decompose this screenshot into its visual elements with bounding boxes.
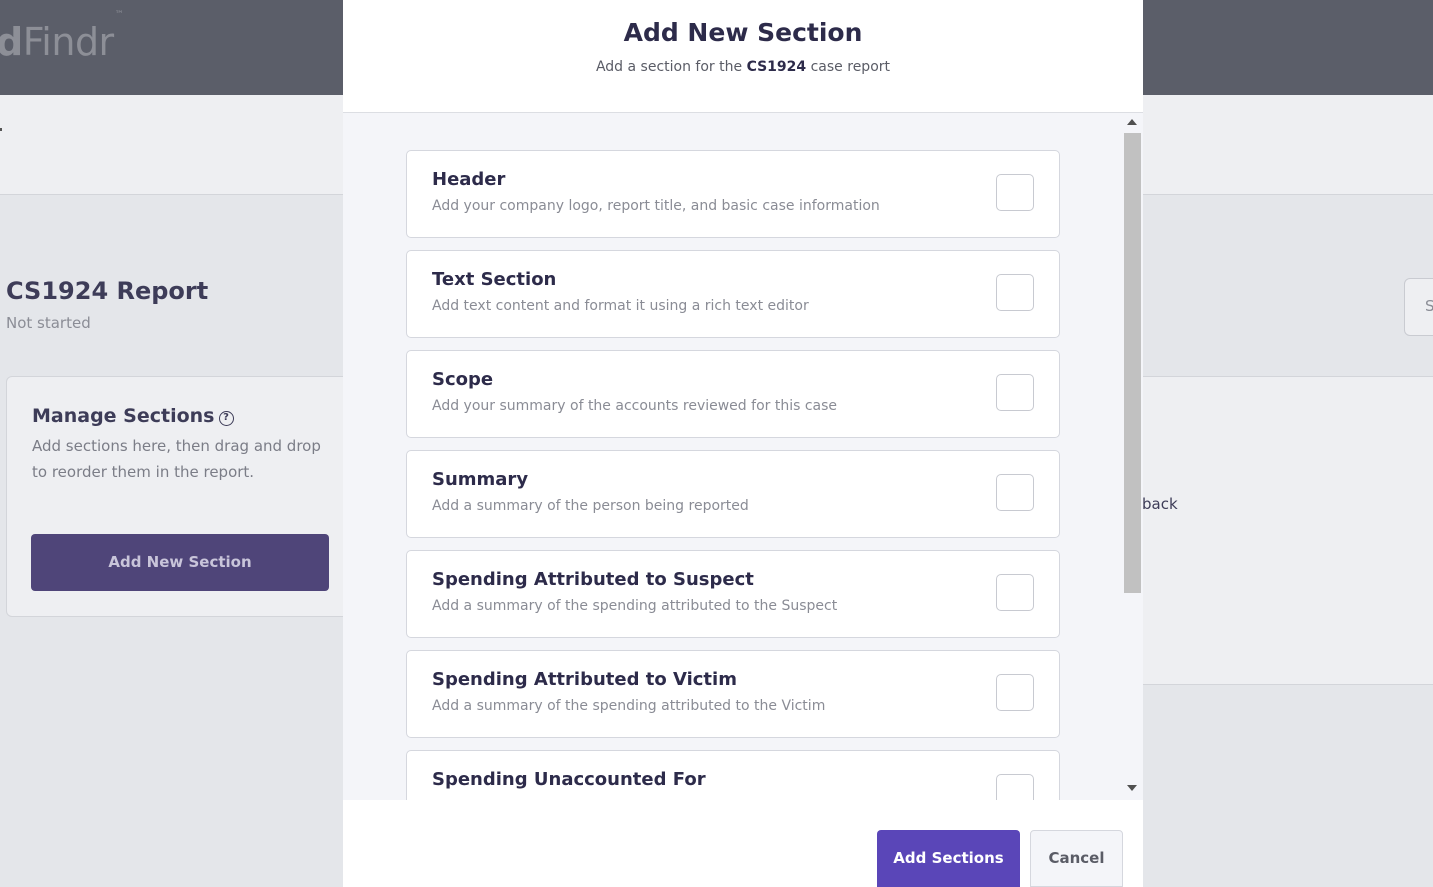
section-option-description: Add a summary of the spending attributed… (432, 698, 826, 714)
section-option[interactable]: Text Section Add text content and format … (406, 250, 1060, 338)
section-option-name: Spending Attributed to Victim (432, 669, 737, 690)
section-option-name: Text Section (432, 269, 557, 290)
section-option-description: Add a summary of the person being report… (432, 498, 749, 514)
section-option[interactable]: Scope Add your summary of the accounts re… (406, 350, 1060, 438)
section-option-name: Spending Unaccounted For (432, 769, 706, 790)
section-option-name: Scope (432, 369, 494, 390)
section-option-description: Add a summary of the spending attributed… (432, 598, 838, 614)
section-checkbox[interactable] (996, 174, 1034, 211)
section-option-name: Spending Attributed to Suspect (432, 569, 754, 590)
cancel-button[interactable]: Cancel (1030, 830, 1123, 887)
section-option-name: Header (432, 169, 506, 190)
section-option[interactable]: Spending Attributed to Suspect Add a summ… (406, 550, 1060, 638)
modal-header: Add New Section Add a section for the CS… (343, 0, 1143, 113)
scrollbar-thumb[interactable] (1124, 133, 1141, 593)
section-checkbox[interactable] (996, 474, 1034, 511)
section-option[interactable]: Header Add your company logo, report titl… (406, 150, 1060, 238)
section-checkbox[interactable] (996, 374, 1034, 411)
section-option-name: Summary (432, 469, 529, 490)
modal-title: Add New Section (623, 18, 863, 47)
section-list: Header Add your company logo, report titl… (406, 150, 1060, 800)
section-checkbox[interactable] (996, 274, 1034, 311)
section-option-description: Add your company logo, report title, and… (432, 198, 880, 214)
section-option[interactable]: Spending Unaccounted For (406, 750, 1060, 800)
section-option[interactable]: Summary Add a summary of the person being… (406, 450, 1060, 538)
add-sections-button[interactable]: Add Sections (877, 830, 1020, 887)
scroll-up-arrow-icon[interactable] (1127, 119, 1137, 125)
modal-body: Header Add your company logo, report titl… (343, 113, 1143, 800)
modal-subtitle: Add a section for the CS1924 case report (595, 59, 891, 75)
section-option-description: Add your summary of the accounts reviewe… (432, 398, 838, 414)
section-option-description: Add text content and format it using a r… (432, 298, 809, 314)
modal-footer: Add Sections Cancel (343, 800, 1143, 887)
section-option[interactable]: Spending Attributed to Victim Add a summa… (406, 650, 1060, 738)
add-section-modal: Add New Section Add a section for the CS… (343, 0, 1143, 887)
section-checkbox[interactable] (996, 674, 1034, 711)
section-checkbox[interactable] (996, 774, 1034, 800)
scroll-down-arrow-icon[interactable] (1127, 785, 1137, 791)
section-checkbox[interactable] (996, 574, 1034, 611)
